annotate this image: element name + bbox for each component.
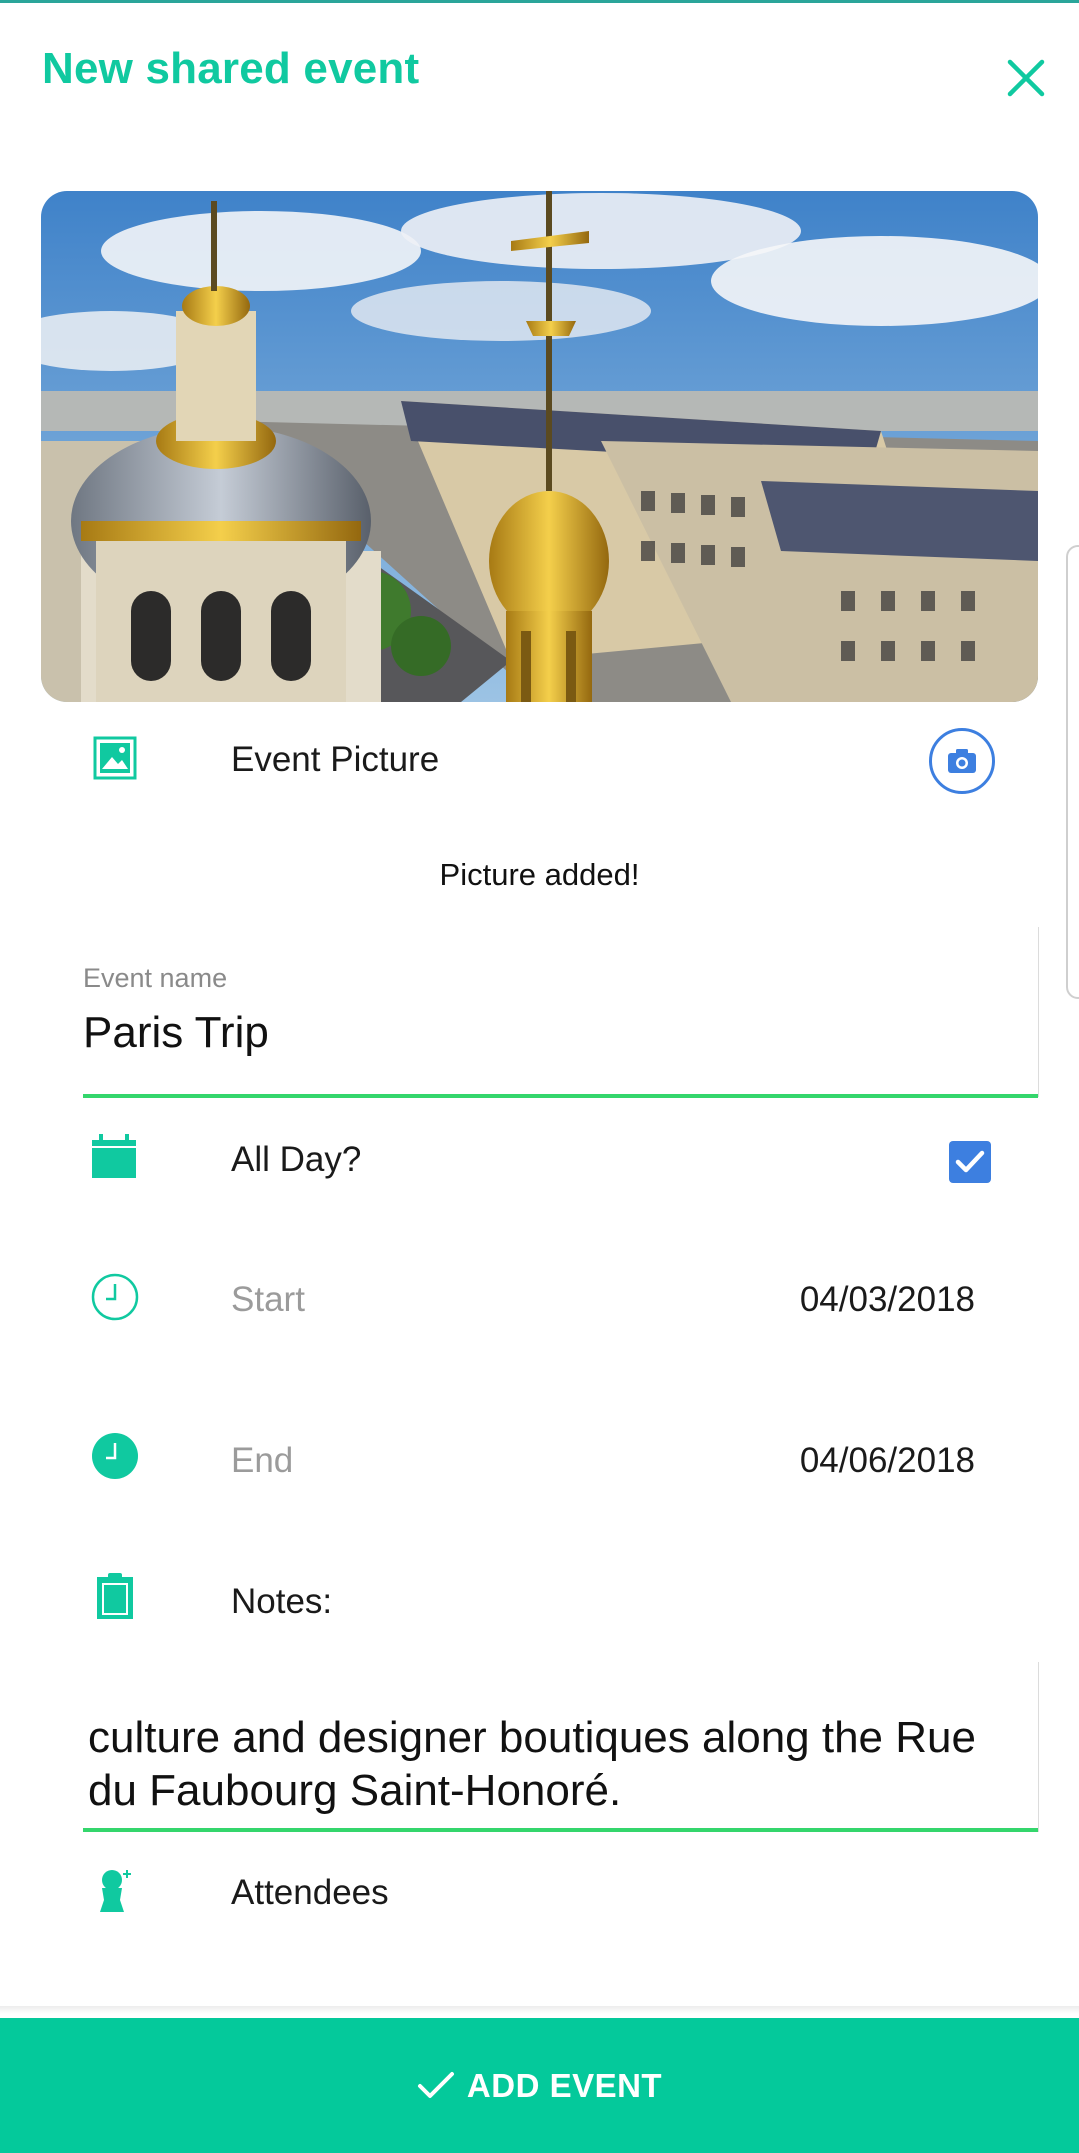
add-person-icon <box>90 1866 140 1916</box>
footer-shadow <box>0 2006 1079 2014</box>
image-icon <box>90 733 140 783</box>
notes-label: Notes: <box>231 1582 333 1621</box>
event-name-label: Event name <box>83 963 228 993</box>
calendar-icon <box>90 1132 140 1182</box>
notes-textarea[interactable]: culture and designer boutiques along the… <box>88 1711 1018 1817</box>
camera-icon <box>948 749 976 773</box>
add-event-button[interactable]: ADD EVENT <box>0 2018 1079 2153</box>
clipboard-icon <box>90 1571 140 1621</box>
all-day-label: All Day? <box>231 1140 362 1179</box>
field-right-border <box>1038 927 1039 1097</box>
event-photo <box>41 191 1038 702</box>
start-date-value[interactable]: 04/03/2018 <box>800 1280 975 1320</box>
notes-right-border <box>1038 1662 1039 1832</box>
end-label: End <box>231 1441 294 1480</box>
event-picture-label: Event Picture <box>231 740 440 779</box>
add-event-label: ADD EVENT <box>466 2066 663 2104</box>
top-accent-line <box>0 0 1079 3</box>
page-title: New shared event <box>42 44 420 93</box>
start-label: Start <box>231 1280 305 1319</box>
event-name-input[interactable] <box>83 1008 1038 1058</box>
attendees-label[interactable]: Attendees <box>231 1873 389 1913</box>
side-scroll-indicator <box>1066 545 1079 999</box>
close-icon <box>1007 59 1045 97</box>
notes-underline <box>83 1828 1038 1832</box>
picture-status-text: Picture added! <box>439 857 640 892</box>
all-day-checkbox[interactable] <box>949 1141 991 1183</box>
checkmark-icon <box>955 1150 985 1173</box>
camera-button[interactable] <box>929 728 995 794</box>
clock-filled-icon <box>90 1431 140 1481</box>
clock-outline-icon <box>90 1272 140 1322</box>
event-name-underline <box>83 1094 1038 1098</box>
event-name-field[interactable]: Event name <box>83 963 1038 1058</box>
close-button[interactable] <box>1000 52 1052 104</box>
checkmark-icon <box>417 2071 454 2098</box>
end-date-value[interactable]: 04/06/2018 <box>800 1441 975 1481</box>
